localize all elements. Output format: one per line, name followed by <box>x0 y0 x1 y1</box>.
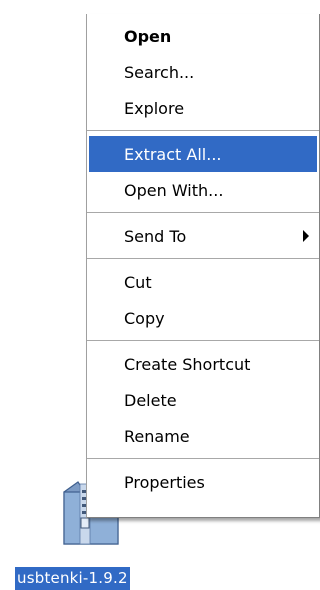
menu-item-label: Extract All... <box>124 144 222 164</box>
menu-item-search[interactable]: Search... <box>89 54 317 90</box>
menu-separator <box>87 340 319 342</box>
menu-item-label: Open With... <box>124 180 224 200</box>
menu-item-properties[interactable]: Properties <box>89 464 317 500</box>
menu-item-label: Copy <box>124 308 165 328</box>
menu-separator <box>87 130 319 132</box>
menu-item-open[interactable]: Open <box>89 18 317 54</box>
menu-separator <box>87 458 319 460</box>
menu-item-label: Open <box>124 26 172 46</box>
menu-item-open-with[interactable]: Open With... <box>89 172 317 208</box>
menu-item-label: Cut <box>124 272 152 292</box>
menu-item-label: Delete <box>124 390 177 410</box>
menu-item-copy[interactable]: Copy <box>89 300 317 336</box>
menu-item-delete[interactable]: Delete <box>89 382 317 418</box>
context-menu: Open Search... Explore Extract All... Open W… <box>86 14 320 518</box>
desktop: usbtenki-1.9.2 Open Search... Explore Extra… <box>0 0 320 590</box>
menu-item-label: Create Shortcut <box>124 354 251 374</box>
menu-separator <box>87 212 319 214</box>
menu-item-create-shortcut[interactable]: Create Shortcut <box>89 346 317 382</box>
menu-item-label: Send To <box>124 226 187 246</box>
menu-item-label: Properties <box>124 472 205 492</box>
chevron-right-icon <box>303 230 309 242</box>
menu-item-rename[interactable]: Rename <box>89 418 317 454</box>
menu-separator <box>87 258 319 260</box>
menu-item-label: Search... <box>124 62 195 82</box>
menu-item-explore[interactable]: Explore <box>89 90 317 126</box>
menu-item-extract-all[interactable]: Extract All... <box>89 136 317 172</box>
menu-item-send-to[interactable]: Send To <box>89 218 317 254</box>
menu-item-label: Rename <box>124 426 190 446</box>
menu-item-cut[interactable]: Cut <box>89 264 317 300</box>
file-name-label[interactable]: usbtenki-1.9.2 <box>15 567 130 590</box>
menu-item-label: Explore <box>124 98 185 118</box>
